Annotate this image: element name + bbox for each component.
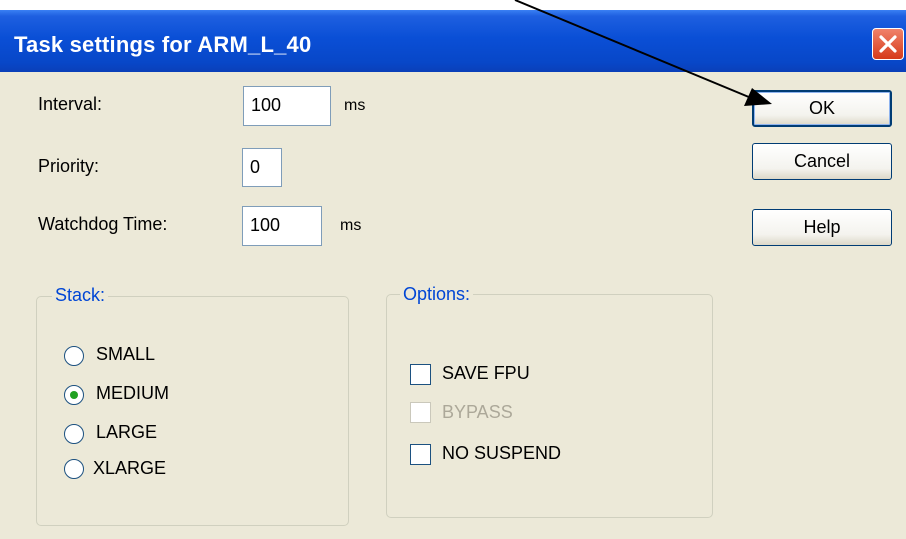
arrow-line — [514, 0, 757, 101]
annotation-arrow — [514, 0, 772, 106]
arrow-head — [744, 88, 772, 106]
